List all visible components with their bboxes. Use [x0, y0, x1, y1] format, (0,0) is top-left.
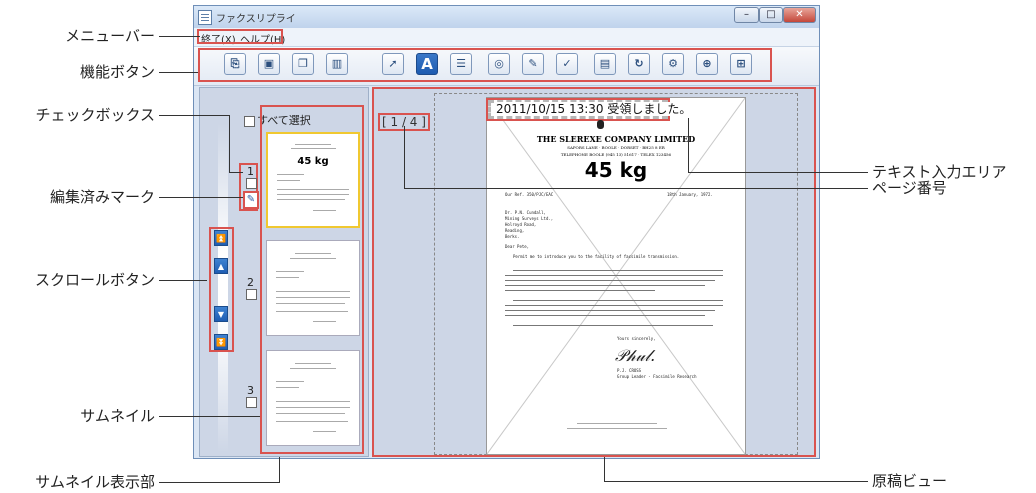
pen-icon[interactable]: ✎: [522, 53, 544, 75]
doc-recipient-line: Berks.: [505, 234, 520, 239]
leader-menubar: [159, 36, 200, 37]
settings-icon[interactable]: ⚙: [662, 53, 684, 75]
text-a-icon[interactable]: A: [416, 53, 438, 75]
fax-reply-window: ファクスリプライ – □ ✕ 終了(X) ヘルプ(H) ⎘ ▣ ❐ ▥ ➚ A …: [193, 5, 820, 459]
rotate-page-icon[interactable]: ↻: [628, 53, 650, 75]
label-menubar: メニューバー: [65, 27, 155, 45]
doc-add-icon[interactable]: ⊞: [730, 53, 752, 75]
doc-address-1: SAPORS LANE · BOOLE · DORSET · BH25 8 ER: [567, 145, 665, 150]
leader-text-input-v: [688, 118, 689, 173]
label-checkbox: チェックボックス: [35, 106, 155, 124]
label-function-buttons: 機能ボタン: [79, 63, 155, 81]
leader-page-number-v: [404, 126, 405, 188]
menu-bar: 終了(X) ヘルプ(H): [194, 28, 819, 47]
leader-original-view: [604, 481, 868, 482]
page-number-1: 1: [247, 165, 254, 178]
minimize-button[interactable]: –: [734, 7, 759, 23]
scroll-bottom-button[interactable]: ⏬: [214, 334, 228, 350]
label-edited-mark: 編集済みマーク: [49, 188, 155, 206]
leader-checkbox-h: [229, 172, 243, 173]
scroll-down-button[interactable]: ▼: [214, 306, 228, 322]
close-button[interactable]: ✕: [783, 7, 816, 23]
leader-original-view-v: [604, 457, 605, 482]
leader-edited-mark: [159, 197, 243, 198]
page-3-checkbox[interactable]: [246, 397, 257, 408]
thumb-weight-text: 45 kg: [297, 156, 329, 167]
doc-recipient: Dr. P.N. Cundall, Mining Surveys Ltd., H…: [505, 210, 553, 240]
zoom-in-icon[interactable]: ⊕: [696, 53, 718, 75]
text-entry: 2011/10/15 13:30 受領しました。: [496, 102, 692, 116]
copy-doc-icon[interactable]: ❐: [292, 53, 314, 75]
leader-thumbnail-area: [159, 482, 279, 483]
thumbnail-page-2[interactable]: [266, 240, 360, 336]
original-view: [ 1 / 4 ] THE SLEREXE COMPANY LIMITED SA…: [372, 87, 816, 457]
page-2-checkbox[interactable]: [246, 289, 257, 300]
leader-thumbnail-area-v: [279, 457, 280, 483]
page-number-3: 3: [247, 384, 254, 397]
text-input-area[interactable]: 2011/10/15 13:30 受領しました。: [486, 98, 692, 121]
doc-address-2: TELEPHONE BOOLE (945 13) 51617 · TELEX 1…: [560, 152, 672, 157]
doc-company: THE SLEREXE COMPANY LIMITED: [536, 134, 696, 144]
save-icon[interactable]: ▣: [258, 53, 280, 75]
label-original-view: 原稿ビュー: [872, 472, 948, 490]
sign-check-icon[interactable]: ✓: [556, 53, 578, 75]
leader-function-buttons: [159, 72, 198, 73]
panel-icon[interactable]: ▤: [594, 53, 616, 75]
signature: 𝒫𝒽𝓊𝓁.: [615, 346, 656, 365]
doc-closing: Yours sincerely,: [617, 336, 656, 341]
doc-signer: P.J. CROSS: [617, 368, 642, 373]
window-title: ファクスリプライ: [216, 14, 296, 25]
select-all-checkbox[interactable]: [244, 115, 255, 127]
thumbnail-page-1[interactable]: 45 kg: [266, 132, 360, 228]
toolbar: ⎘ ▣ ❐ ▥ ➚ A ☰ ◎ ✎ ✓ ▤ ↻ ⚙ ⊕ ⊞: [194, 47, 819, 86]
page-1-checkbox[interactable]: [246, 178, 257, 189]
page-number-2: 2: [247, 276, 254, 289]
list-icon[interactable]: ☰: [450, 53, 472, 75]
stamp-icon[interactable]: ◎: [488, 53, 510, 75]
doc-ref: Our Ref. 350/PJC/EAC: [505, 192, 554, 197]
menubar-highlight: [197, 29, 283, 44]
doc-salutation: Dear Pete,: [505, 244, 530, 249]
leader-checkbox: [159, 115, 229, 116]
label-scroll-buttons: スクロールボタン: [34, 271, 155, 289]
thumbnail-pane: すべて選択 ⏫ ▲ ▼ ⏬ 1 ✎ 2 3 45 kg: [199, 87, 369, 457]
maximize-button[interactable]: □: [759, 7, 783, 23]
leader-scroll-buttons: [159, 280, 207, 281]
select-pointer-icon[interactable]: ➚: [382, 53, 404, 75]
document-page: THE SLEREXE COMPANY LIMITED SAPORS LANE …: [486, 97, 746, 455]
app-icon: [198, 10, 212, 25]
leader-thumbnail: [159, 416, 260, 417]
trash-icon[interactable]: ▥: [326, 53, 348, 75]
doc-weight: 45 kg: [584, 158, 648, 182]
title-bar: ファクスリプライ – □ ✕: [194, 6, 819, 29]
doc-arrow-icon[interactable]: ⎘: [224, 53, 246, 75]
toolbar-highlight: [198, 48, 772, 82]
leader-text-input: [688, 172, 868, 173]
doc-paragraph-1: Permit me to introduce you to the facili…: [513, 254, 680, 259]
scroll-top-button[interactable]: ⏫: [214, 230, 228, 246]
doc-signer-title: Group Leader - Facsimile Research: [617, 374, 697, 379]
scroll-up-button[interactable]: ▲: [214, 258, 228, 274]
label-thumbnail: サムネイル: [80, 407, 155, 425]
thumbnail-page-3[interactable]: [266, 350, 360, 446]
label-thumbnail-area: サムネイル表示部: [35, 473, 155, 491]
edited-mark-icon: ✎: [243, 191, 259, 209]
doc-date: 18th January, 1972.: [667, 192, 713, 197]
label-page-number: ページ番号: [872, 179, 947, 197]
leader-page-number: [404, 188, 868, 189]
text-cursor-icon: [597, 120, 604, 129]
leader-checkbox-v: [229, 115, 230, 172]
